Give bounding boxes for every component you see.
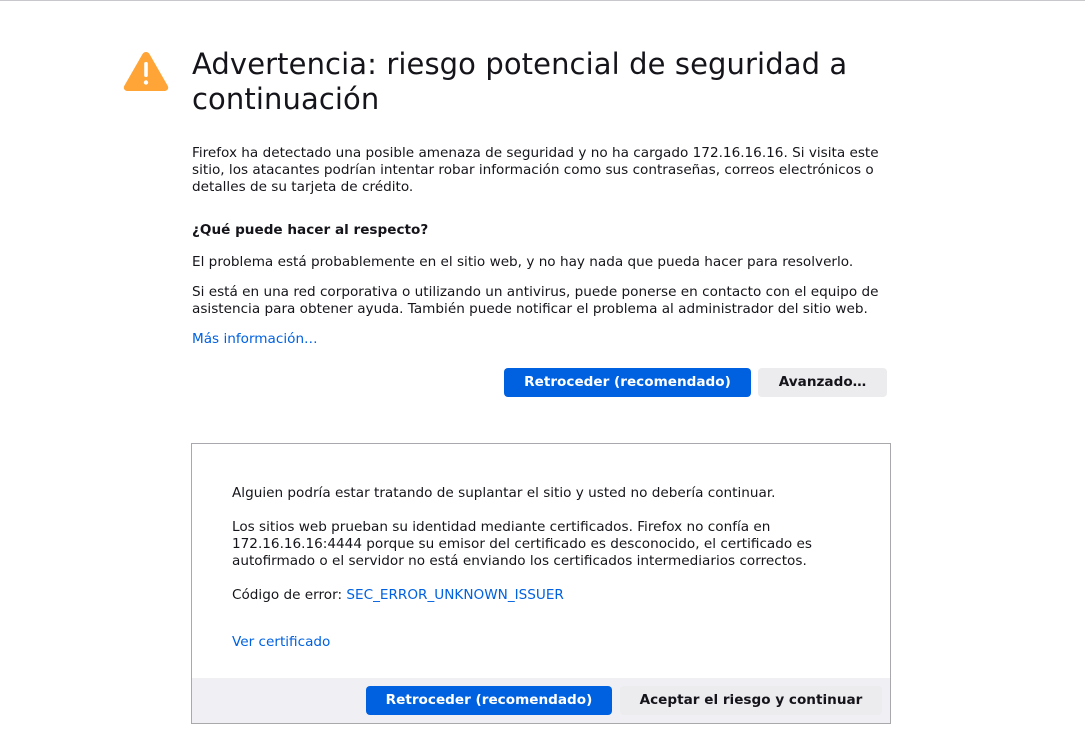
go-back-button[interactable]: Retroceder (recomendado) [504, 368, 751, 397]
intro-text: Firefox ha detectado una posible amenaza… [192, 145, 879, 195]
error-code-line: Código de error: SEC_ERROR_UNKNOWN_ISSUE… [232, 587, 852, 604]
warning-triangle-icon [123, 52, 169, 91]
page-title: Advertencia: riesgo potencial de segurid… [192, 47, 848, 116]
what-can-you-do-heading: ¿Qué puede hacer al respecto? [192, 222, 429, 238]
go-back-button-advanced[interactable]: Retroceder (recomendado) [366, 686, 612, 715]
corporate-network-advice: Si está en una red corporativa o utiliza… [192, 284, 879, 317]
learn-more-link[interactable]: Más información… [192, 331, 318, 348]
problem-explanation: El problema está probablemente en el sit… [192, 254, 854, 270]
accept-risk-button[interactable]: Aceptar el riesgo y continuar [620, 686, 882, 715]
certificate-explanation: Los sitios web prueban su identidad medi… [232, 519, 812, 569]
error-code-link[interactable]: SEC_ERROR_UNKNOWN_ISSUER [346, 587, 564, 603]
top-divider [0, 0, 1085, 1]
view-certificate-link[interactable]: Ver certificado [232, 634, 330, 651]
error-code-label: Código de error: [232, 587, 347, 603]
advanced-button[interactable]: Avanzado… [758, 368, 887, 397]
spoofing-warning: Alguien podría estar tratando de suplant… [232, 485, 776, 501]
advanced-panel-footer: Retroceder (recomendado) Aceptar el ries… [192, 678, 890, 723]
advanced-panel: Alguien podría estar tratando de suplant… [191, 443, 891, 724]
